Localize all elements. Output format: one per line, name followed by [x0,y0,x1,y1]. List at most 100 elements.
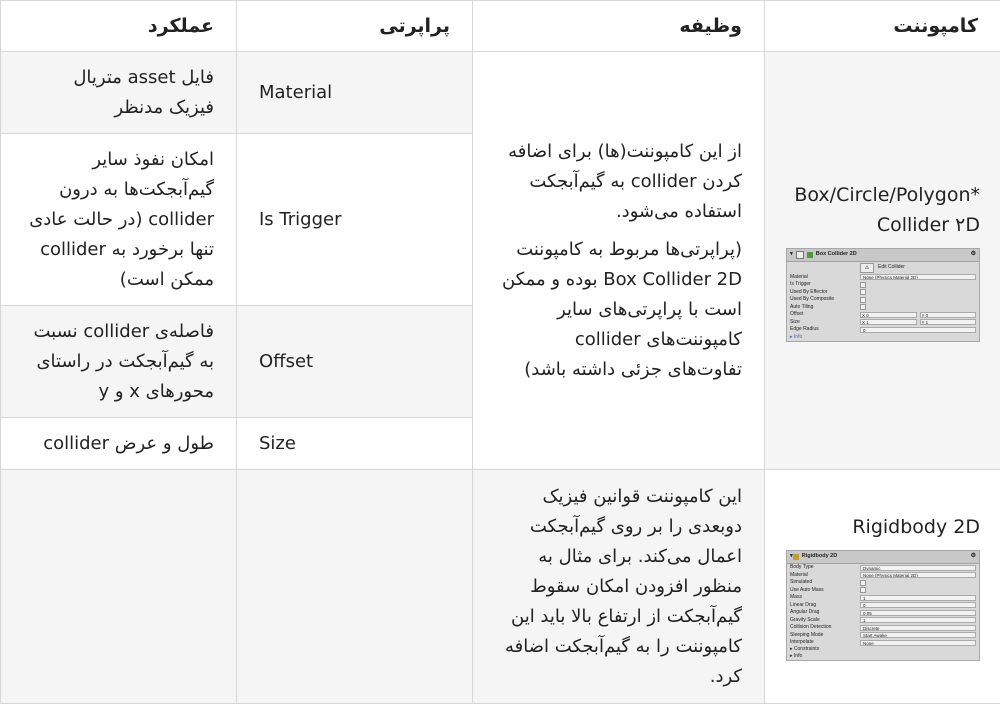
components-table: کامپوننت وظیفه پراپرتی عملکرد Box/Circle… [0,0,1000,704]
inspector-label: Auto Tiling [790,303,814,310]
property-cell: Offset [236,305,473,418]
inspector-label: Collision Detection [790,624,832,630]
header-property: پراپرتی [236,0,473,52]
inspector-value: Start Awake [860,632,976,638]
inspector-row: Angular Drag 0.05 [787,609,979,617]
action-cell-empty [0,469,237,704]
inspector-row: Simulated [787,579,979,587]
action-cell: فاصله‌ی collider نسبت به گیم‌آبجکت در را… [0,305,237,418]
property-cell: Is Trigger [236,133,473,306]
edit-collider-icon: ⚠ [860,262,874,273]
action-cell: امکان نفوذ سایر گیم‌آبجکت‌ها به درون col… [0,133,237,306]
inspector-label: Sleeping Mode [790,631,824,638]
inspector-row: Is Trigger [787,281,979,289]
table-row: Box/Circle/Polygon* Collider ۲D ▾ Box Col… [0,51,1000,470]
checkbox-icon [860,281,866,288]
inspector-label: Interpolate [790,639,814,645]
component-name-rigidbody: Rigidbody 2D [852,515,980,538]
inspector-row: Collision Detection Discrete [787,624,979,632]
inspector-header: ▾ Box Collider 2D ⚙ [787,248,979,262]
collider-icon [806,251,813,258]
inspector-row: Linear Drag 0 [787,601,979,609]
inspector-row: Used By Composite [787,296,979,304]
inspector-value: Dynamic [860,564,976,571]
inspector-label: Body Type [790,564,814,570]
inspector-row: Auto Tiling [787,304,979,312]
inspector-value: Discrete [860,624,976,631]
inspector-value: 0 [860,602,976,608]
constraints-label: Constraints [793,646,820,653]
inspector-label: Material [790,273,808,280]
component-cell-collider: Box/Circle/Polygon* Collider ۲D ▾ Box Col… [764,51,1000,470]
inspector-label: Angular Drag [790,609,820,615]
property-cell: Size [236,417,473,470]
inspector-y: Y 0 [919,311,976,318]
info-label: Info [793,333,803,340]
function-cell-collider: از این کامپوننت(ها) برای اضافه کردن coll… [472,51,765,470]
inspector-value: None (Physics Material 2D) [860,572,976,578]
component-cell-rigidbody: Rigidbody 2D ▾ Rigidbody 2D ⚙ Body Type D… [764,469,1000,704]
checkbox-icon [860,296,866,303]
inspector-row: Gravity Scale 1 [787,616,979,624]
inspector-row: Size X 1Y 1 [787,319,979,327]
inspector-label: Simulated [790,579,813,585]
inspector-row: Mass 1 [787,594,979,602]
property-cell-empty [236,469,473,704]
info-label: Info [793,653,803,660]
table-row: Rigidbody 2D ▾ Rigidbody 2D ⚙ Body Type D… [0,469,1000,704]
inspector-value: None (Physics Material 2D) [860,274,976,281]
header-function: وظیفه [472,0,765,52]
inspector-value: 0 [860,326,976,333]
inspector-label: Use Auto Mass [790,586,824,593]
inspector-label: Linear Drag [790,601,817,608]
component-name-collider: Box/Circle/Polygon* Collider ۲D [781,180,980,240]
inspector-row: Sleeping Mode Start Awake [787,631,979,639]
inspector-value: 1 [860,594,976,601]
inspector-label: Used By Composite [790,296,835,303]
inspector-row: Edge Radius 0 [787,326,979,334]
checkbox-icon [860,579,866,586]
function-text: این کامپوننت قوانین فیزیک دوبعدی را بر ر… [504,485,742,687]
inspector-row: Material None (Physics Material 2D) [787,274,979,282]
rigidbody-inspector-image: ▾ Rigidbody 2D ⚙ Body Type Dynamic Materi… [786,549,980,662]
constraints-foldout: ▸ Constraints [790,646,820,653]
edit-collider-label: Edit Collider [878,264,905,270]
function-cell-rigidbody: این کامپوننت قوانین فیزیک دوبعدی را بر ر… [472,469,765,704]
inspector-label: Mass [790,594,802,600]
inspector-y: Y 1 [919,319,976,326]
action-cell: طول و عرض collider [0,417,237,470]
inspector-row: Material None (Physics Material 2D) [787,571,979,579]
edit-collider-row: ⚠ Edit Collider [787,262,979,274]
inspector-x: X 1 [860,319,917,326]
inspector-title: Rigidbody 2D [801,553,838,560]
info-foldout: ▸ Info [790,333,803,340]
function-note: (پراپرتی‌ها مربوط به کامپوننت Box Collid… [501,238,742,380]
inspector-row: Used By Effector [787,289,979,297]
inspector-row: Use Auto Mass [787,586,979,594]
inspector-header: ▾ Rigidbody 2D ⚙ [787,550,979,564]
inspector-title: Box Collider 2D [815,251,857,257]
inspector-row: Offset X 0Y 0 [787,311,979,319]
header-action: عملکرد [0,0,237,52]
inspector-label: Offset [790,311,804,318]
rigidbody-icon [792,553,799,560]
inspector-label: Used By Effector [790,288,828,295]
checkbox-icon [860,289,866,296]
property-cell: Material [236,51,473,134]
header-component: کامپوننت [764,0,1000,52]
checkbox-icon [860,304,866,311]
enable-checkbox-icon [795,250,804,259]
inspector-value: 0.05 [860,609,976,616]
header-row: کامپوننت وظیفه پراپرتی عملکرد [0,0,1000,52]
inspector-value: 1 [860,617,976,623]
inspector-row: Body Type Dynamic [787,564,979,572]
component-name-line: Collider ۲D [876,213,980,236]
inspector-label: Size [790,318,800,325]
inspector-label: Edge Radius [790,326,819,333]
box-collider-inspector-image: ▾ Box Collider 2D ⚙ ⚠ Edit Collider Mate… [786,247,980,342]
function-text: از این کامپوننت(ها) برای اضافه کردن coll… [508,140,742,222]
inspector-label: Gravity Scale [790,616,820,623]
info-foldout: ▸ Info [790,653,803,660]
gear-icon: ⚙ [970,251,976,257]
inspector-label: Is Trigger [790,281,811,288]
